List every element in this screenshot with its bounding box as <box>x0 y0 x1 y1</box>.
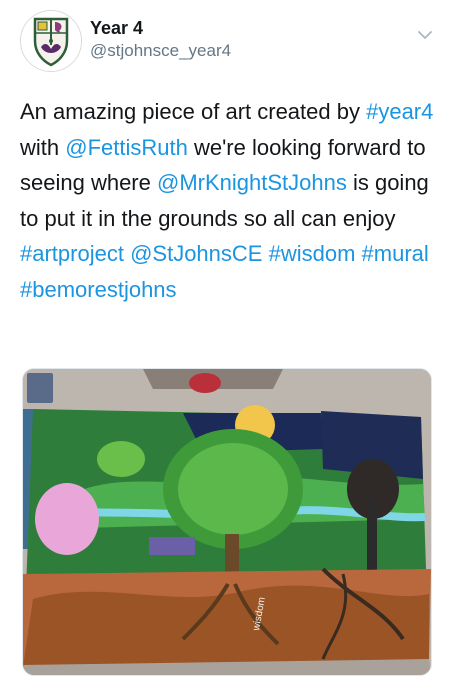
tweet-text-segment: An amazing piece of art created by <box>20 99 367 124</box>
tweet-text: An amazing piece of art created by #year… <box>20 94 436 307</box>
hashtag-link[interactable]: #mural <box>362 241 429 266</box>
tweet-card: Year 4 @stjohnsce_year4 An amazing piece… <box>0 0 452 690</box>
chevron-down-icon[interactable] <box>416 26 434 44</box>
hashtag-link[interactable]: #year4 <box>366 99 433 124</box>
mention-link[interactable]: @StJohnsCE <box>130 241 262 266</box>
mural-photo: wisdom <box>23 369 431 675</box>
tweet-text-segment: with <box>20 134 66 160</box>
avatar[interactable] <box>20 10 82 72</box>
hashtag-link[interactable]: #bemorestjohns <box>20 277 177 302</box>
tweet-media-image[interactable]: wisdom <box>22 368 432 676</box>
hashtag-link[interactable]: #artproject <box>20 241 124 266</box>
hashtag-link[interactable]: #wisdom <box>269 241 356 266</box>
author-name[interactable]: Year 4 <box>90 18 143 39</box>
school-crest-icon <box>21 11 81 71</box>
mention-link[interactable]: @FettisRuth <box>65 135 188 160</box>
author-handle[interactable]: @stjohnsce_year4 <box>90 41 231 61</box>
mention-link[interactable]: @MrKnightStJohns <box>157 170 347 195</box>
